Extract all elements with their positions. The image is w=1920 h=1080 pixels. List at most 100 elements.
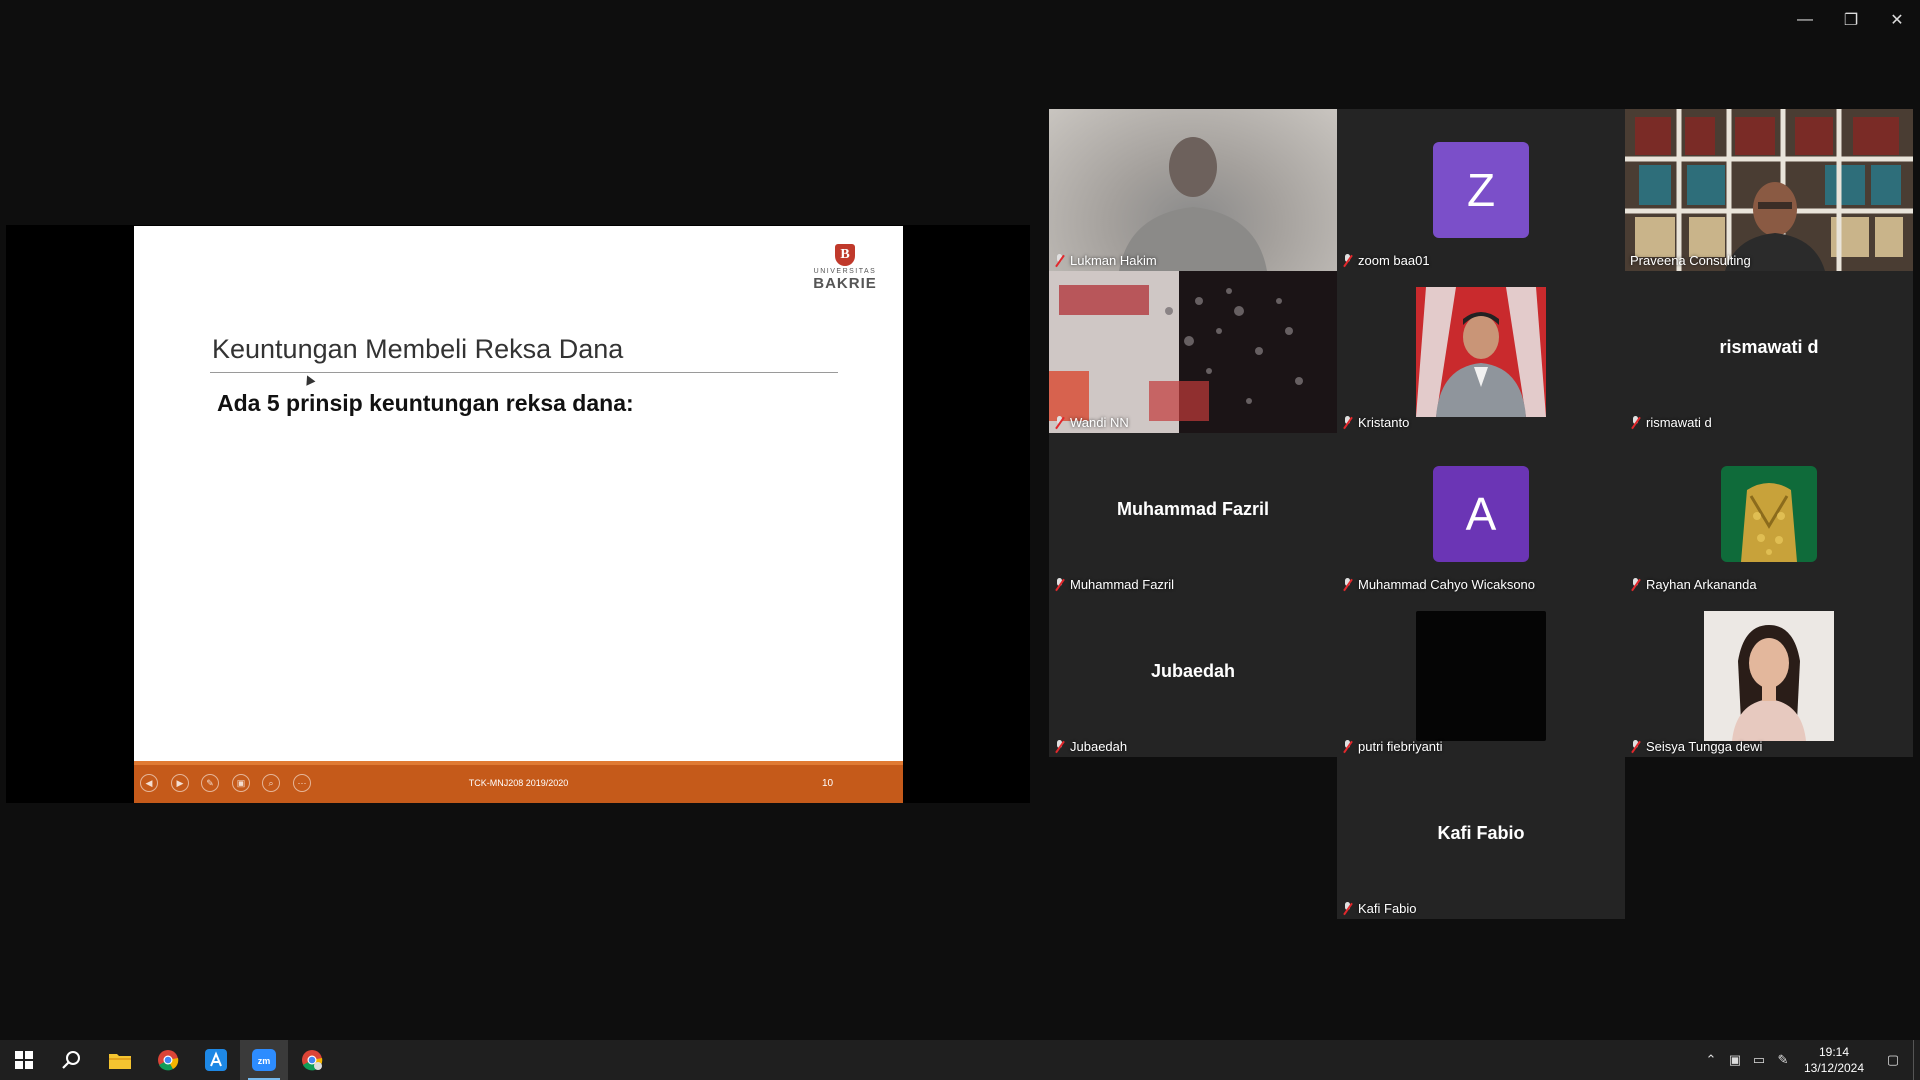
display-icon[interactable]: ▣ xyxy=(1723,1040,1747,1080)
participant-name-label: Kafi Fabio xyxy=(1342,901,1417,916)
participant-name-label: Lukman Hakim xyxy=(1054,253,1157,268)
windows-start-icon xyxy=(15,1051,33,1069)
participant-photo xyxy=(1416,287,1546,417)
participant-name-label: Seisya Tungga dewi xyxy=(1630,739,1762,754)
participant-tile[interactable]: Jubaedah Jubaedah xyxy=(1049,595,1337,757)
muted-mic-icon xyxy=(1054,416,1065,429)
app-button[interactable] xyxy=(192,1040,240,1080)
chrome-button[interactable] xyxy=(144,1040,192,1080)
muted-mic-icon xyxy=(1630,740,1641,753)
file-explorer-icon xyxy=(109,1054,131,1069)
chrome-profile-icon xyxy=(302,1050,323,1071)
svg-text:zm: zm xyxy=(258,1056,271,1066)
participant-name-label: Kristanto xyxy=(1342,415,1409,430)
participant-name: Praveena Consulting xyxy=(1630,253,1751,268)
participant-name: Wandi NN xyxy=(1070,415,1129,430)
participant-name-label: Praveena Consulting xyxy=(1630,253,1751,268)
participant-video xyxy=(1119,137,1267,271)
participant-tile[interactable]: A Muhammad Cahyo Wicaksono xyxy=(1337,433,1625,595)
chrome-icon xyxy=(158,1050,179,1071)
window-controls: — ❐ ✕ xyxy=(1782,0,1920,40)
participant-tile[interactable]: Kristanto xyxy=(1337,271,1625,433)
muted-mic-icon xyxy=(1054,254,1065,267)
clock-date: 13/12/2024 xyxy=(1803,1061,1865,1075)
shared-screen: B UNIVERSITAS BAKRIE Keuntungan Membeli … xyxy=(6,225,1030,803)
search-button[interactable] xyxy=(48,1040,96,1080)
muted-mic-icon xyxy=(1054,578,1065,591)
muted-mic-icon xyxy=(1054,740,1065,753)
muted-mic-icon xyxy=(1630,416,1641,429)
mouse-cursor-icon xyxy=(302,373,316,386)
participant-display-name: Muhammad Fazril xyxy=(1116,499,1270,519)
participant-display-name: rismawati d xyxy=(1719,337,1819,357)
participant-tile[interactable]: Lukman Hakim xyxy=(1049,109,1337,271)
participant-tile[interactable]: rismawati d rismawati d xyxy=(1625,271,1913,433)
minimize-button[interactable]: — xyxy=(1782,0,1828,40)
zoom-button[interactable]: zm xyxy=(240,1040,288,1080)
clock-time: 19:14 xyxy=(1818,1045,1850,1059)
slide-title: Keuntungan Membeli Reksa Dana xyxy=(212,334,624,364)
presentation-slide: B UNIVERSITAS BAKRIE Keuntungan Membeli … xyxy=(134,226,903,803)
logo-mark: B xyxy=(835,244,855,266)
slide-page-number: 10 xyxy=(822,778,834,789)
avatar: Z xyxy=(1433,142,1529,238)
participant-tile[interactable]: Muhammad Fazril Muhammad Fazril xyxy=(1049,433,1337,595)
muted-mic-icon xyxy=(1342,902,1353,915)
participant-photo xyxy=(1416,611,1546,741)
close-button[interactable]: ✕ xyxy=(1874,0,1920,40)
network-icon[interactable]: ▭ xyxy=(1747,1040,1771,1080)
zoom-icon: zm xyxy=(252,1049,276,1071)
participant-video xyxy=(1625,109,1913,271)
participant-name-label: Muhammad Fazril xyxy=(1054,577,1174,592)
slide-divider xyxy=(210,372,838,373)
participant-video xyxy=(1049,271,1337,433)
slide-footer: ◀ ▶ ✎ ▣ ⌕ ⋯ TCK-MNJ208 2019/2020 10 xyxy=(134,765,903,803)
participant-display-name: Jubaedah xyxy=(1150,661,1236,681)
participant-name-label: Wandi NN xyxy=(1054,415,1129,430)
muted-mic-icon xyxy=(1342,416,1353,429)
participant-name: Jubaedah xyxy=(1070,739,1128,754)
participant-name: putri fiebriyanti xyxy=(1358,739,1443,754)
participant-name: Muhammad Fazril xyxy=(1070,577,1175,592)
participant-tile[interactable]: Wandi NN xyxy=(1049,271,1337,433)
participant-name: Lukman Hakim xyxy=(1070,253,1157,268)
participant-name: Seisya Tungga dewi xyxy=(1646,739,1763,754)
participant-name-label: Jubaedah xyxy=(1054,739,1127,754)
participant-name-label: putri fiebriyanti xyxy=(1342,739,1443,754)
participant-tile-active-speaker[interactable]: Praveena Consulting xyxy=(1625,109,1913,271)
avatar: A xyxy=(1433,466,1529,562)
university-logo: B UNIVERSITAS BAKRIE xyxy=(813,244,877,291)
restore-button[interactable]: ❐ xyxy=(1828,0,1874,40)
participant-photo xyxy=(1721,466,1817,562)
clock[interactable]: 19:14 13/12/2024 xyxy=(1795,1044,1873,1076)
slide-subtitle: Ada 5 prinsip keuntungan reksa dana: xyxy=(217,390,634,416)
participant-tile[interactable]: Seisya Tungga dewi xyxy=(1625,595,1913,757)
start-button[interactable] xyxy=(0,1040,48,1080)
show-desktop-button[interactable] xyxy=(1913,1040,1920,1080)
participant-name: Muhammad Cahyo Wicaksono xyxy=(1358,577,1536,592)
participant-photo xyxy=(1704,611,1834,741)
muted-mic-icon xyxy=(1342,254,1353,267)
chrome-profile-button[interactable] xyxy=(288,1040,336,1080)
logo-big-text: BAKRIE xyxy=(813,275,877,292)
participant-name-label: zoom baa01 xyxy=(1342,253,1430,268)
pen-tray-icon[interactable]: ✎ xyxy=(1771,1040,1795,1080)
system-tray: ⌃ ▣ ▭ ✎ 19:14 13/12/2024 ▢ xyxy=(1699,1040,1920,1080)
participant-name-label: Rayhan Arkananda xyxy=(1630,577,1757,592)
file-explorer-button[interactable] xyxy=(96,1040,144,1080)
participant-tile[interactable]: Z zoom baa01 xyxy=(1337,109,1625,271)
search-icon xyxy=(62,1051,80,1069)
participant-name: Rayhan Arkananda xyxy=(1646,577,1757,592)
participant-name-label: Muhammad Cahyo Wicaksono xyxy=(1342,577,1535,592)
taskbar: zm ⌃ ▣ ▭ ✎ 19:14 13/12/2024 ▢ xyxy=(0,1040,1920,1080)
muted-mic-icon xyxy=(1630,578,1641,591)
app-store-icon xyxy=(205,1049,227,1071)
participant-tile[interactable]: Rayhan Arkananda xyxy=(1625,433,1913,595)
participant-name: Kafi Fabio xyxy=(1358,901,1417,916)
notifications-icon[interactable]: ▢ xyxy=(1873,1040,1913,1080)
show-hidden-icons-icon[interactable]: ⌃ xyxy=(1699,1040,1723,1080)
participant-tile[interactable]: putri fiebriyanti xyxy=(1337,595,1625,757)
participant-display-name: Kafi Fabio xyxy=(1437,823,1525,843)
muted-mic-icon xyxy=(1342,578,1353,591)
participant-tile[interactable]: Kafi Fabio Kafi Fabio xyxy=(1337,757,1625,919)
